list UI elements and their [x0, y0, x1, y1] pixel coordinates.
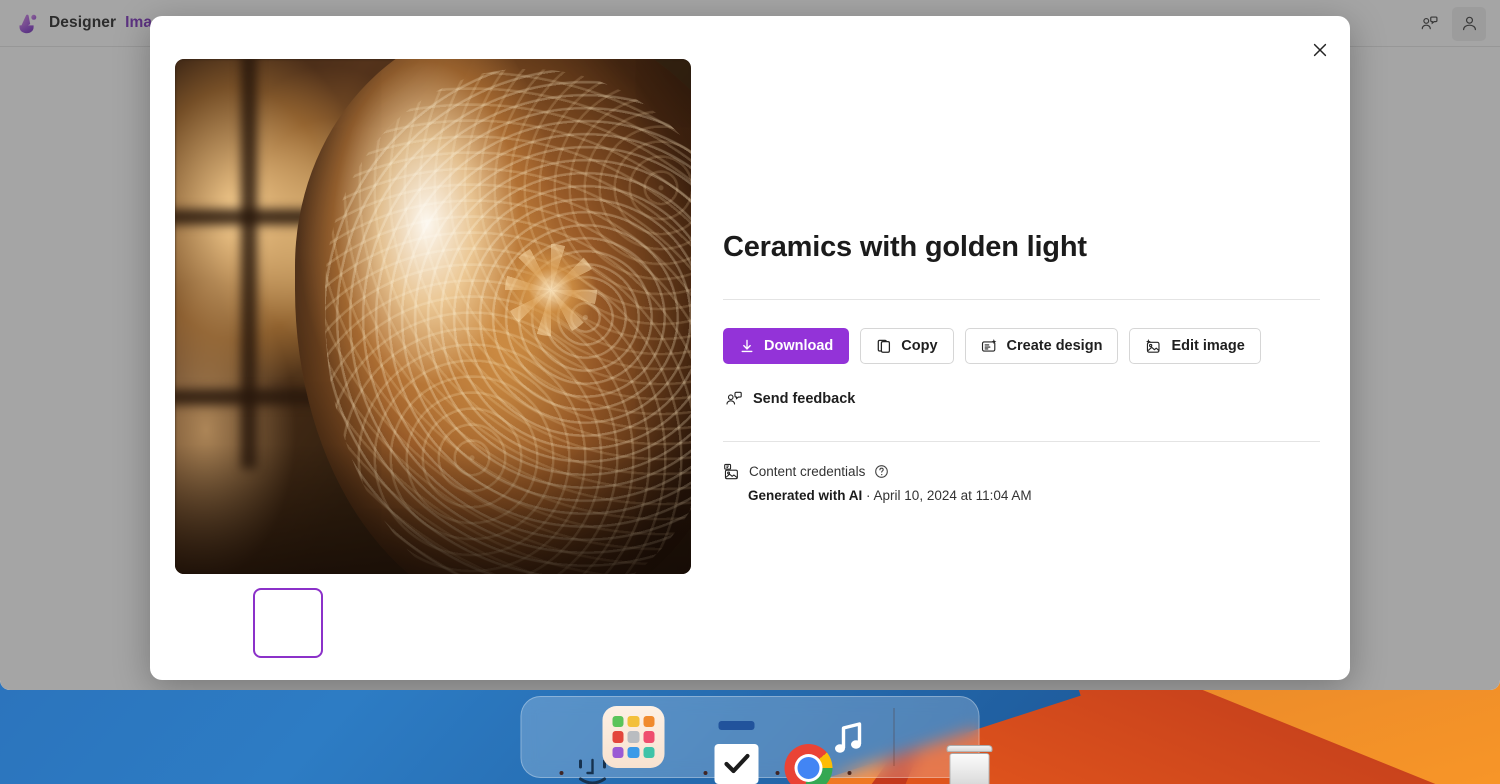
- feedback-icon: [725, 390, 743, 408]
- detail-column: Ceramics with golden light Download: [723, 59, 1320, 503]
- dock-things[interactable]: [675, 706, 737, 768]
- content-credentials-icon: [723, 463, 740, 480]
- feedback-divider: [723, 441, 1320, 442]
- dock-chrome[interactable]: [747, 706, 809, 768]
- dock-running-indicator: [776, 771, 780, 775]
- send-feedback-button[interactable]: Send feedback: [723, 386, 857, 412]
- close-icon: [1312, 42, 1328, 58]
- macos-dock: [521, 696, 980, 778]
- dock-divider: [894, 708, 895, 766]
- thumbnail-strip: [175, 588, 691, 658]
- dock-finder[interactable]: [531, 706, 593, 768]
- page-title: Ceramics with golden light: [723, 231, 1320, 264]
- copy-button[interactable]: Copy: [860, 328, 953, 364]
- dock-running-indicator: [848, 771, 852, 775]
- window-mullion-vertical: [241, 59, 257, 469]
- content-credentials-detail: Generated with AI · April 10, 2024 at 11…: [748, 488, 1320, 503]
- hero-bottom-shadow: [175, 444, 691, 574]
- content-credentials-section: Content credentials Generated with AI · …: [723, 463, 1320, 503]
- launchpad-icon: [603, 706, 665, 768]
- edit-image-button-label: Edit image: [1171, 338, 1244, 354]
- copy-button-label: Copy: [901, 338, 937, 354]
- edit-image-icon: [1145, 338, 1162, 355]
- download-button[interactable]: Download: [723, 328, 849, 364]
- send-feedback-label: Send feedback: [753, 391, 855, 407]
- vase-flower-motif: [505, 244, 597, 336]
- download-button-label: Download: [764, 338, 833, 354]
- content-credentials-label: Content credentials: [749, 464, 865, 479]
- music-icon: [819, 706, 881, 768]
- dock-music[interactable]: [819, 706, 881, 768]
- hero-image[interactable]: [175, 59, 691, 574]
- dock-launchpad[interactable]: [603, 706, 665, 768]
- feedback-row: Send feedback: [723, 386, 1320, 413]
- generated-with-ai-label: Generated with AI: [748, 488, 862, 503]
- create-design-button-label: Create design: [1007, 338, 1103, 354]
- edit-image-button[interactable]: Edit image: [1129, 328, 1260, 364]
- credentials-timestamp: April 10, 2024 at 11:04 AM: [874, 488, 1032, 503]
- create-design-button[interactable]: Create design: [965, 328, 1119, 364]
- dock-trash[interactable]: [908, 706, 970, 768]
- content-credentials-header: Content credentials: [723, 463, 1320, 480]
- image-detail-dialog: Ceramics with golden light Download: [150, 16, 1350, 680]
- thumbnail-2[interactable]: [253, 588, 323, 658]
- preview-column: [175, 59, 691, 658]
- credentials-separator: ·: [862, 488, 873, 503]
- dock-running-indicator: [704, 771, 708, 775]
- help-circle-icon[interactable]: [874, 464, 889, 479]
- create-design-icon: [981, 338, 998, 355]
- dock-running-indicator: [560, 771, 564, 775]
- download-icon: [739, 338, 755, 354]
- copy-icon: [876, 338, 892, 354]
- title-divider: [723, 299, 1320, 300]
- action-buttons-row: Download Copy: [723, 328, 1320, 364]
- designer-app-window: Designer Image: [0, 0, 1500, 690]
- thumbnail-1[interactable]: [175, 588, 245, 658]
